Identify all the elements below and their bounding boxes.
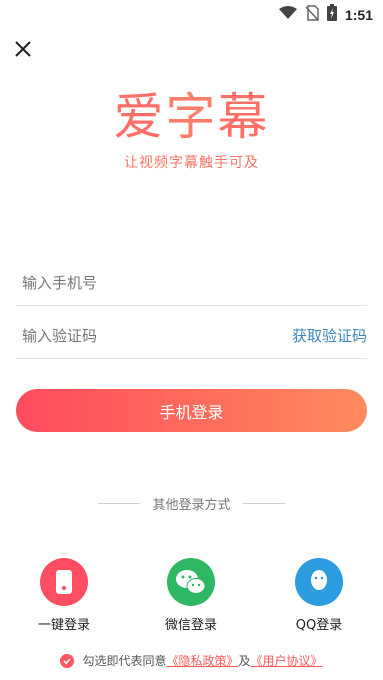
close-icon	[15, 41, 31, 57]
verification-code-input[interactable]	[16, 326, 256, 345]
checkmark-icon	[63, 657, 72, 664]
qq-login-button[interactable]: QQ登录	[274, 558, 364, 633]
terms-link[interactable]: 《用户协议》	[251, 652, 323, 669]
phone-icon	[40, 558, 88, 606]
privacy-policy-link[interactable]: 《隐私政策》	[166, 652, 238, 669]
close-button[interactable]	[10, 36, 36, 62]
method-label: 一键登录	[37, 618, 90, 633]
method-label: QQ登录	[295, 618, 343, 633]
one-click-login-button[interactable]: 一键登录	[19, 558, 109, 633]
qq-icon	[295, 558, 343, 606]
agreement-row: 勾选即代表同意 《隐私政策》 及 《用户协议》	[0, 652, 383, 669]
status-time: 1:51	[344, 6, 373, 23]
agreement-conjunction: 及	[238, 654, 251, 668]
wifi-icon	[278, 5, 297, 24]
wechat-icon	[167, 558, 215, 606]
phone-field	[16, 260, 367, 306]
method-label: 微信登录	[164, 618, 217, 633]
phone-input[interactable]	[16, 273, 256, 292]
logo-char: 字	[165, 88, 218, 146]
agreement-checkbox[interactable]	[60, 653, 75, 668]
other-login-divider: 其他登录方式	[0, 494, 383, 513]
no-sim-icon	[305, 4, 319, 25]
logo-text: 爱字幕	[0, 88, 383, 146]
status-icons: 1:51	[278, 4, 373, 25]
divider-line	[98, 503, 141, 504]
agreement-prefix: 勾选即代表同意	[82, 654, 167, 668]
logo-char: 爱	[113, 88, 166, 146]
divider-line	[242, 503, 285, 504]
get-code-button[interactable]: 获取验证码	[292, 325, 367, 346]
divider-text: 其他登录方式	[152, 498, 231, 513]
slogan: 让视频字幕触手可及	[124, 155, 259, 171]
status-bar: 1:51	[0, 0, 383, 28]
code-field: 获取验证码	[16, 313, 367, 359]
phone-login-button[interactable]: 手机登录	[16, 389, 367, 432]
brand-logo: 爱字幕 让视频字幕触手可及	[0, 88, 383, 172]
logo-char: 幕	[217, 88, 270, 146]
wechat-login-button[interactable]: 微信登录	[146, 558, 236, 633]
battery-charging-icon	[326, 4, 337, 25]
